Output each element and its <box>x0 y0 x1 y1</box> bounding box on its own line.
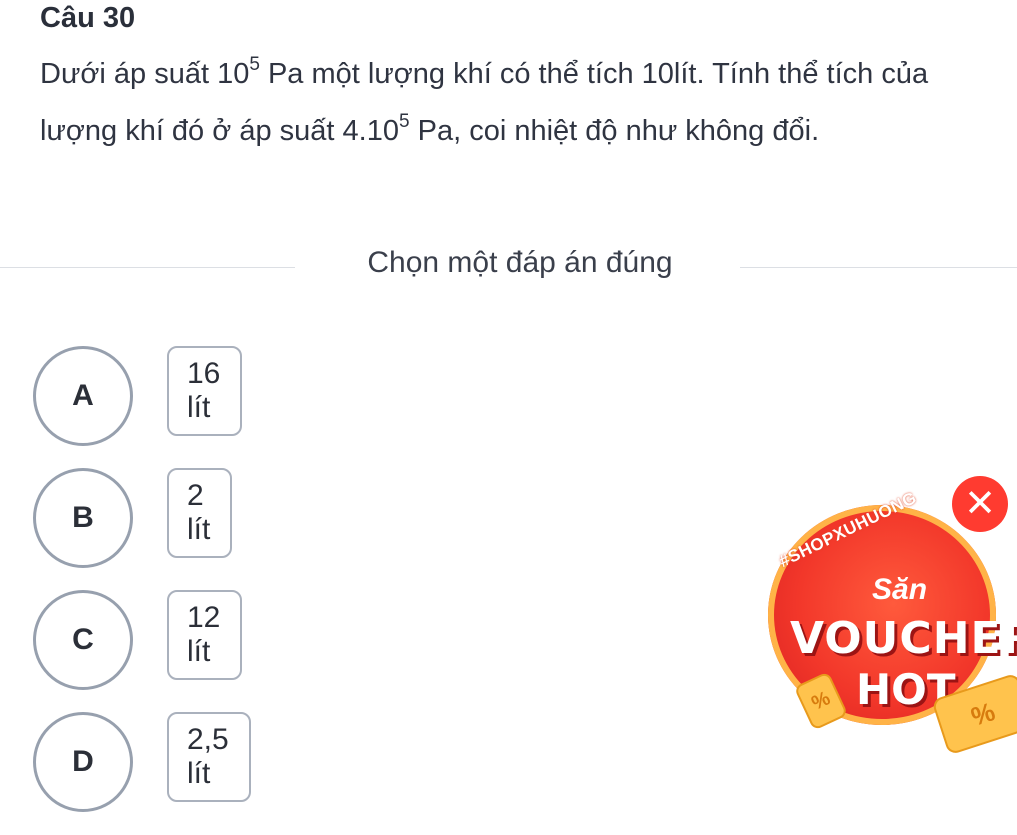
pressure-2-exponent: 5 <box>398 111 410 132</box>
question-text-part: Pa, coi nhiệt độ như không đổi. <box>409 115 820 147</box>
option-c-answer[interactable]: 12 lít <box>167 590 243 680</box>
option-b-letter[interactable]: B <box>33 468 133 568</box>
promo-san-text: Săn <box>872 573 928 606</box>
pressure-1-base: 10 <box>217 58 250 90</box>
voucher-promo-badge[interactable]: Săn VOUCHER HOT % % #SHOPXUHUONG ✕ <box>740 470 1017 756</box>
question-text: Dưới áp suất 105 Pa một lượng khí có thể… <box>40 46 1000 160</box>
pressure-1-exponent: 5 <box>249 54 260 75</box>
option-a-answer[interactable]: 16 lít <box>167 346 243 436</box>
close-icon[interactable]: ✕ <box>952 476 1008 532</box>
pressure-2-base: 4.10 <box>342 115 399 147</box>
option-a-letter[interactable]: A <box>33 346 133 446</box>
answer-prompt: Chọn một đáp án đúng <box>367 246 673 279</box>
promo-voucher-text: VOUCHER <box>790 613 1017 664</box>
question-text-part: Dưới áp suất <box>40 58 218 90</box>
option-b-answer[interactable]: 2 lít <box>167 468 233 558</box>
coin-icon: % <box>793 671 849 731</box>
option-d-letter[interactable]: D <box>33 712 133 812</box>
option-d-answer[interactable]: 2,5 lít <box>167 712 251 802</box>
question-title: Câu 30 <box>40 2 136 34</box>
divider-right <box>740 267 1017 268</box>
promo-disc[interactable]: Săn VOUCHER HOT % % <box>768 505 1017 756</box>
option-c-letter[interactable]: C <box>33 590 133 690</box>
